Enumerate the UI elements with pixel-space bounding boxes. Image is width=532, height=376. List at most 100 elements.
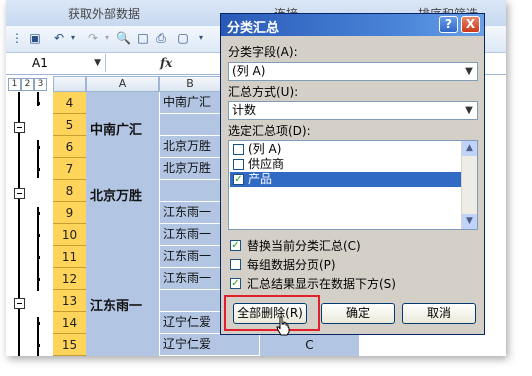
group-label-cell[interactable]: 北京万胜 (90, 185, 142, 204)
outline-gutter (6, 92, 54, 356)
row-header[interactable]: 8 (53, 180, 86, 202)
cell-b[interactable]: 江东雨一 (159, 202, 221, 224)
row-header[interactable]: 5 (53, 114, 86, 136)
subtotal-items-list[interactable]: (列 A) 供应商 ✓ 产品 ▲ ▼ (228, 140, 478, 230)
checkbox-unchecked-icon[interactable] (233, 144, 244, 155)
option-label: 汇总结果显示在数据下方(S) (247, 277, 396, 291)
outline-dot (37, 102, 40, 105)
column-header-b[interactable]: B (159, 76, 221, 92)
cell-b[interactable] (159, 114, 221, 136)
name-box-dropdown-icon[interactable]: ▼ (94, 54, 101, 72)
row-header[interactable]: 10 (53, 224, 86, 246)
ok-button[interactable]: 确定 (321, 303, 395, 324)
collapse-group-button[interactable] (14, 122, 25, 133)
group-field-value: (列 A) (232, 64, 266, 78)
insert-function-icon[interactable]: fx (160, 54, 172, 72)
group-field-label: 分类字段(A): (228, 45, 298, 59)
row-header[interactable]: 14 (53, 312, 86, 334)
name-box-value: A1 (32, 56, 48, 70)
group-field-select[interactable]: (列 A) ▼ (228, 62, 478, 81)
column-header-a[interactable]: A (86, 76, 159, 92)
list-item-selected[interactable]: ✓ 产品 (230, 172, 463, 187)
excel-window: 获取外部数据 连接 排序和筛选 ⋮ ▣ ↶ ▾ ↷ ▾ 🔍 □ ⎙ ▢ ▾ A1… (6, 0, 506, 356)
outline-dot (37, 322, 40, 325)
row-header[interactable]: 11 (53, 246, 86, 268)
screenshot-frame: 获取外部数据 连接 排序和筛选 ⋮ ▣ ↶ ▾ ↷ ▾ 🔍 □ ⎙ ▢ ▾ A1… (0, 0, 532, 376)
list-item[interactable]: 供应商 (230, 157, 463, 172)
cancel-button[interactable]: 取消 (402, 303, 476, 324)
group-label-cell[interactable]: 江东雨一 (90, 295, 142, 314)
outline-level-2-button[interactable]: 2 (21, 78, 34, 91)
subtotal-dialog: 分类汇总 ? X 分类字段(A): (列 A) ▼ 汇总方式(U): 计数 ▼ … (220, 13, 485, 335)
row-header[interactable]: 7 (53, 158, 86, 180)
summary-below-checkbox[interactable]: ✓ 汇总结果显示在数据下方(S) (230, 277, 396, 291)
group-label-cell[interactable]: 中南广汇 (90, 119, 142, 138)
checkmark-icon[interactable]: ✓ (230, 278, 241, 289)
checkmark-icon[interactable]: ✓ (230, 240, 241, 251)
function-select[interactable]: 计数 ▼ (228, 101, 478, 120)
outline-dot (37, 344, 40, 347)
save-icon[interactable]: ▣ (28, 31, 42, 45)
chevron-down-icon[interactable]: ▼ (461, 102, 477, 119)
scroll-down-icon[interactable]: ▼ (462, 214, 477, 229)
function-value: 计数 (232, 103, 257, 117)
cell-c[interactable]: C (259, 334, 359, 356)
checkbox-unchecked-icon[interactable] (233, 159, 244, 170)
list-item-label: 供应商 (248, 157, 285, 171)
row-header[interactable]: 4 (53, 92, 86, 114)
collapse-group-button[interactable] (14, 188, 25, 199)
list-item-label: 产品 (248, 172, 273, 186)
cell-b[interactable]: 中南广汇 (159, 92, 221, 114)
cell-b[interactable] (159, 180, 221, 202)
row-header[interactable]: 9 (53, 202, 86, 224)
cell-b[interactable]: 辽宁仁爱 (159, 334, 259, 356)
outline-dot (37, 234, 40, 237)
outline-dot (37, 278, 40, 281)
option-label: 替换当前分类汇总(C) (247, 239, 361, 253)
outline-level-3-button[interactable]: 3 (34, 78, 47, 91)
redo-dropdown-icon[interactable]: ▾ (100, 31, 114, 45)
row-header[interactable]: 15 (53, 334, 86, 356)
shape-icon[interactable]: ▢ (176, 31, 190, 45)
redo-icon[interactable]: ↷ (86, 31, 100, 45)
row-header[interactable]: 12 (53, 268, 86, 290)
function-label: 汇总方式(U): (228, 85, 299, 99)
list-item-label: (列 A) (248, 142, 282, 156)
print-preview-icon[interactable]: 🔍 (116, 31, 131, 45)
highlight-box (224, 295, 320, 331)
dialog-title: 分类汇总 (227, 21, 280, 36)
name-box[interactable]: A1 ▼ (6, 54, 106, 72)
cell-b[interactable]: 江东雨一 (159, 268, 221, 290)
cell-b[interactable] (159, 290, 221, 312)
outline-dot (37, 256, 40, 259)
new-document-icon[interactable]: □ (136, 31, 150, 45)
cell-b[interactable]: 北京万胜 (159, 158, 221, 180)
outline-level-1-button[interactable]: 1 (8, 78, 21, 91)
checkmark-icon[interactable]: ✓ (233, 174, 244, 185)
scroll-up-icon[interactable]: ▲ (462, 141, 477, 156)
list-scrollbar[interactable]: ▲ ▼ (461, 141, 477, 229)
ribbon-group-get-external-data[interactable]: 获取外部数据 (68, 5, 140, 22)
checkbox-unchecked-icon[interactable] (230, 259, 241, 270)
help-icon[interactable]: ? (439, 16, 458, 33)
shape-dropdown-icon[interactable]: ▾ (194, 31, 208, 45)
close-icon[interactable]: X (461, 16, 480, 33)
outline-dot (37, 168, 40, 171)
row-header[interactable]: 13 (53, 290, 86, 312)
dialog-title-bar[interactable]: 分类汇总 ? X (221, 14, 484, 36)
chevron-down-icon[interactable]: ▼ (461, 63, 477, 80)
row-header[interactable]: 6 (53, 136, 86, 158)
collapse-group-button[interactable] (14, 298, 25, 309)
undo-icon[interactable]: ↶ (52, 31, 66, 45)
hand-cursor-icon (276, 316, 290, 336)
list-item[interactable]: (列 A) (230, 142, 463, 157)
cell-b[interactable]: 江东雨一 (159, 224, 221, 246)
quick-print-icon[interactable]: ⎙ (154, 31, 168, 45)
undo-dropdown-icon[interactable]: ▾ (66, 31, 80, 45)
page-break-checkbox[interactable]: 每组数据分页(P) (230, 258, 336, 272)
replace-current-checkbox[interactable]: ✓ 替换当前分类汇总(C) (230, 239, 361, 253)
cell-b[interactable]: 北京万胜 (159, 136, 221, 158)
cell-b[interactable]: 江东雨一 (159, 246, 221, 268)
option-label: 每组数据分页(P) (247, 258, 336, 272)
select-all-corner[interactable] (53, 76, 86, 92)
